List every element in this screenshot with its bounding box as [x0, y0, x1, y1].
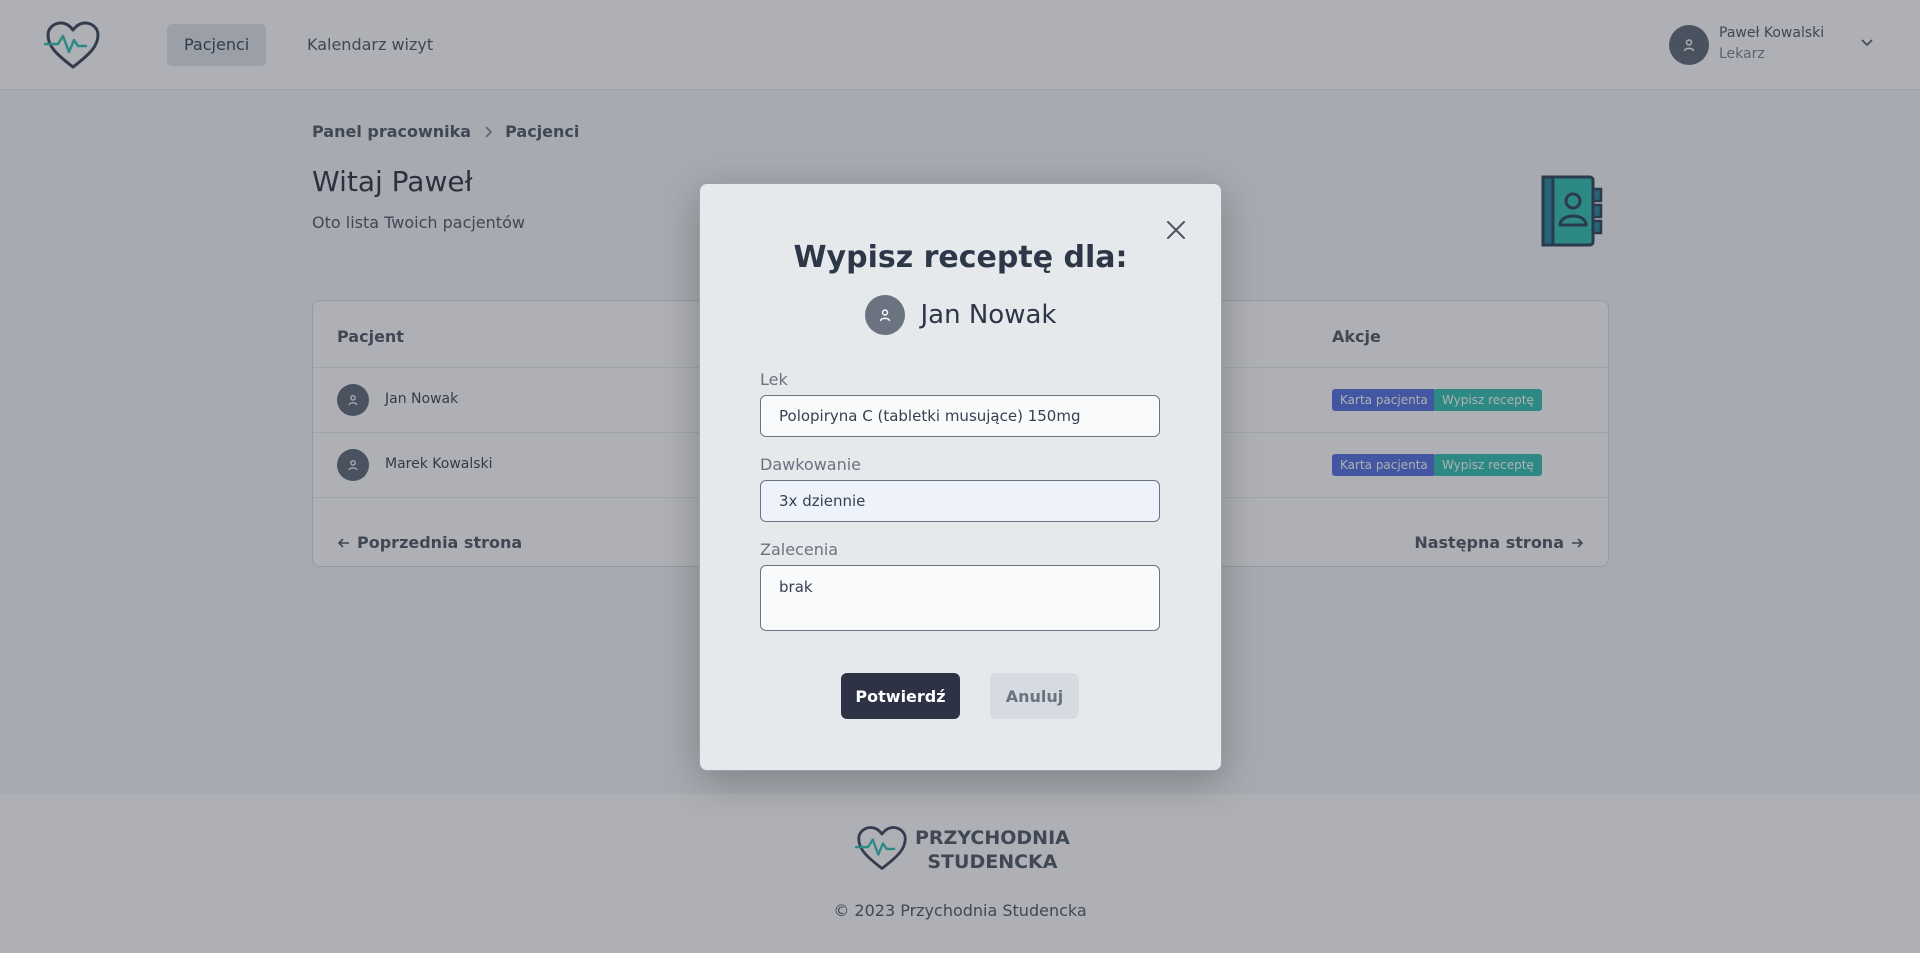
cancel-button[interactable]: Anuluj	[990, 673, 1079, 719]
notes-textarea[interactable]: brak	[760, 565, 1160, 631]
drug-label: Lek	[760, 370, 788, 389]
prescription-dialog: Wypisz receptę dla: Jan Nowak Lek Dawkow…	[699, 183, 1222, 771]
dosage-input[interactable]	[760, 480, 1160, 522]
notes-label: Zalecenia	[760, 540, 839, 559]
dosage-label: Dawkowanie	[760, 455, 862, 474]
close-icon[interactable]	[1164, 218, 1188, 242]
user-icon	[879, 309, 890, 322]
avatar	[864, 295, 905, 335]
dialog-patient-name: Jan Nowak	[920, 300, 1057, 330]
dialog-title: Wypisz receptę dla:	[793, 240, 1128, 275]
dialog-patient: Jan Nowak	[700, 295, 1221, 335]
page: Pacjenci Kalendarz wizyt Paweł Kowalski …	[0, 0, 1920, 953]
drug-input[interactable]	[760, 395, 1160, 437]
confirm-button[interactable]: Potwierdź	[841, 673, 960, 719]
